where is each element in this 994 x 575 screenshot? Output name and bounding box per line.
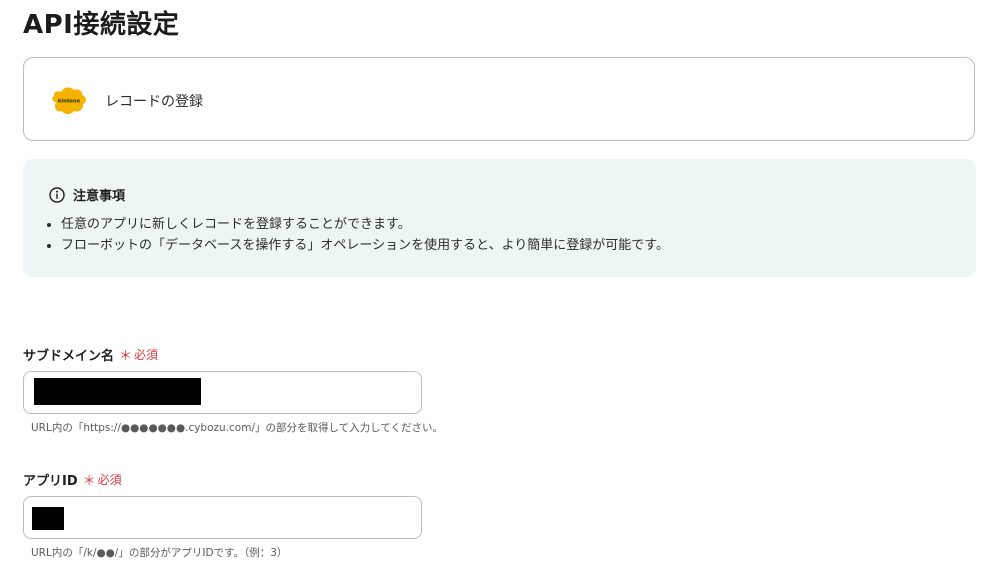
app-action-card[interactable]: kintone レコードの登録	[23, 57, 975, 141]
redacted-value	[32, 507, 64, 530]
subdomain-hint: URL内の「https://●●●●●●●.cybozu.com/」の部分を取得…	[31, 422, 444, 434]
app-id-input[interactable]	[23, 496, 422, 539]
required-text: 必須	[97, 473, 122, 487]
subdomain-input[interactable]	[23, 371, 422, 414]
notice-item: 任意のアプリに新しくレコードを登録することができます。	[61, 214, 669, 235]
kintone-logo-text: kintone	[58, 99, 81, 105]
required-asterisk: ＊	[82, 474, 96, 489]
info-icon	[49, 186, 65, 203]
app-id-label-text: アプリID	[23, 474, 78, 489]
notice-item: フローボットの「データベースを操作する」オペレーションを使用すると、より簡単に登…	[61, 235, 669, 256]
required-asterisk: ＊	[119, 349, 133, 364]
required-text: 必須	[134, 348, 159, 362]
notice-list: 任意のアプリに新しくレコードを登録することができます。 フローボットの「データベ…	[45, 214, 669, 256]
app-action-label: レコードの登録	[105, 94, 203, 110]
app-id-field-label: アプリID ＊ 必須	[23, 470, 122, 489]
subdomain-field-label: サブドメイン名 ＊ 必須	[23, 345, 158, 364]
notice-header: 注意事項	[49, 185, 125, 204]
required-badge: ＊ 必須	[119, 345, 158, 364]
page-title: API接続設定	[23, 10, 180, 40]
required-badge: ＊ 必須	[83, 470, 122, 489]
redacted-value	[34, 378, 201, 405]
subdomain-label-text: サブドメイン名	[23, 349, 115, 364]
app-id-hint: URL内の「/k/●●/」の部分がアプリIDです。（例：3）	[31, 547, 288, 559]
notice-box: 注意事項 任意のアプリに新しくレコードを登録することができます。 フローボットの…	[23, 159, 976, 277]
notice-title: 注意事項	[73, 189, 126, 204]
kintone-logo-icon: kintone	[52, 87, 86, 114]
